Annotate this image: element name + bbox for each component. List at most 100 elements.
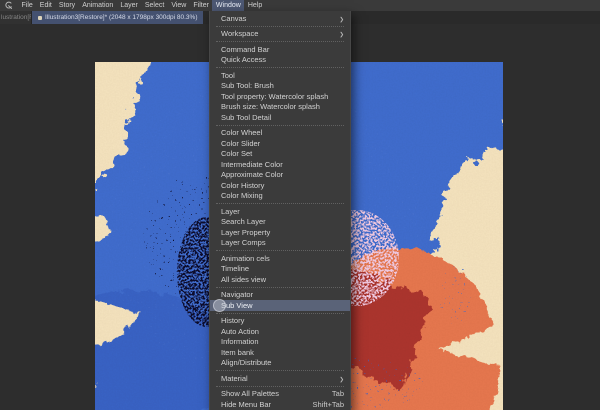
menubar-item-layer[interactable]: Layer [117, 0, 142, 11]
menu-item-intermediate-color[interactable]: Intermediate Color [210, 159, 350, 170]
menu-item-label: Color Wheel [221, 128, 263, 138]
menu-item-label: Color Set [221, 149, 253, 159]
menubar-item-help[interactable]: Help [244, 0, 265, 11]
menu-item-label: Sub Tool: Brush [221, 81, 274, 91]
menu-item-label: Canvas [221, 13, 247, 23]
menu-separator [216, 385, 344, 387]
menu-item-label: Layer [221, 206, 240, 216]
menu-item-sub-view[interactable]: Sub View [210, 298, 350, 312]
menu-item-command-bar[interactable]: Command Bar [210, 44, 350, 55]
menu-item-layer-comps[interactable]: Layer Comps [210, 238, 350, 249]
menubar-item-label: Window [215, 2, 241, 9]
menu-item-search-layer[interactable]: Search Layer [210, 217, 350, 228]
chevron-right-icon [338, 374, 344, 383]
menu-item-approximate-color[interactable]: Approximate Color [210, 170, 350, 181]
menu-item-align-distribute[interactable]: Align/Distribute [210, 358, 350, 369]
cursor-highlight [213, 298, 226, 312]
menu-item-quick-access[interactable]: Quick Access [210, 55, 350, 66]
menu-item-label: Navigator [221, 290, 254, 300]
menu-item-workspace[interactable]: Workspace [210, 29, 350, 40]
menu-item-shortcut: Tab [331, 389, 344, 399]
menu-separator [216, 286, 344, 288]
menu-item-label: Layer Comps [221, 238, 266, 248]
menu-item-label: Approximate Color [221, 170, 284, 180]
menu-item-label: Color History [221, 180, 265, 190]
menu-item-label: Intermediate Color [221, 159, 283, 169]
menubar-item-view[interactable]: View [168, 0, 190, 11]
menu-item-color-mixing[interactable]: Color Mixing [210, 191, 350, 202]
menu-item-sub-tool[interactable]: Sub Tool: Brush [210, 81, 350, 92]
menubar-item-label: Story [58, 2, 76, 9]
menu-item-show-all-palettes[interactable]: Show All Palettes Tab [210, 389, 350, 400]
menubar-item-story[interactable]: Story [55, 0, 78, 11]
menu-item-material[interactable]: Material [210, 373, 350, 384]
menu-item-information[interactable]: Information [210, 337, 350, 348]
menubar-item-label: Filter [193, 2, 209, 9]
menubar-item-label: Animation [82, 2, 114, 9]
menu-item-label: History [221, 316, 245, 326]
menu-item-label: Show All Palettes [221, 389, 279, 399]
menubar-item-label: Help [247, 2, 263, 9]
menu-item-hide-menu-bar[interactable]: Hide Menu Bar Shift+Tab [210, 399, 350, 410]
active-document-tab[interactable]: Illustration3[Restore]* (2048 x 1798px 3… [32, 11, 204, 24]
menubar-item-label: Select [144, 2, 165, 9]
menu-item-label: Sub Tool Detail [221, 112, 272, 122]
menu-separator [216, 203, 344, 204]
menu-separator [216, 312, 344, 314]
menu-item-layer[interactable]: Layer [210, 206, 350, 217]
menu-item-canvas[interactable]: Canvas [210, 13, 350, 24]
menu-item-label: Information [221, 337, 259, 347]
menu-item-label: Search Layer [221, 217, 266, 227]
menu-separator [216, 25, 344, 27]
app-logo-icon[interactable] [4, 1, 13, 10]
menu-item-label: Auto Action [221, 326, 259, 336]
menu-item-label: All sides view [221, 274, 267, 284]
menu-item-timeline[interactable]: Timeline [210, 264, 350, 275]
menu-item-all-sides-view[interactable]: All sides view [210, 274, 350, 285]
menu-item-auto-action[interactable]: Auto Action [210, 326, 350, 337]
menu-item-tool[interactable]: Tool [210, 70, 350, 81]
menu-item-brush-size[interactable]: Brush size: Watercolor splash [210, 102, 350, 113]
menu-item-color-slider[interactable]: Color Slider [210, 138, 350, 149]
menu-item-label: Tool [221, 70, 235, 80]
menubar-item-window[interactable]: Window [212, 0, 245, 11]
menubar-item-label: View [171, 2, 187, 9]
chevron-right-icon [338, 14, 344, 23]
chevron-right-icon [338, 29, 344, 38]
menu-item-label: Tool property: Watercolor splash [221, 91, 329, 101]
menu-item-label: Hide Menu Bar [221, 399, 272, 409]
menu-item-sub-tool-detail[interactable]: Sub Tool Detail [210, 112, 350, 123]
menubar-item-animation[interactable]: Animation [79, 0, 117, 11]
menu-item-animation-cels[interactable]: Animation cels [210, 253, 350, 264]
menubar-item-label: Layer [120, 2, 138, 9]
menubar-item-file[interactable]: File [18, 0, 36, 11]
menu-item-item-bank[interactable]: Item bank [210, 347, 350, 358]
menu-separator [216, 67, 344, 68]
menu-bar: File Edit Story Animation Layer Select V… [0, 0, 600, 11]
menubar-item-edit[interactable]: Edit [36, 0, 55, 11]
menu-item-label: Layer Property [221, 227, 271, 237]
menu-item-color-set[interactable]: Color Set [210, 149, 350, 160]
menu-item-layer-property[interactable]: Layer Property [210, 227, 350, 238]
menubar-item-filter[interactable]: Filter [190, 0, 213, 11]
background-document-tab[interactable]: lustration[Rest [0, 11, 32, 24]
menu-item-label: Color Slider [221, 138, 261, 148]
menu-item-label: Timeline [221, 264, 250, 274]
menubar-item-label: File [21, 2, 33, 9]
menu-item-shortcut: Shift+Tab [312, 399, 344, 409]
tab-label: lustration[Rest [1, 14, 31, 21]
menu-item-label: Command Bar [221, 44, 270, 54]
menu-item-label: Sub View [221, 300, 253, 310]
menu-item-tool-property[interactable]: Tool property: Watercolor splash [210, 91, 350, 102]
menu-item-color-history[interactable]: Color History [210, 180, 350, 191]
app-window: File Edit Story Animation Layer Select V… [0, 0, 600, 410]
menu-item-color-wheel[interactable]: Color Wheel [210, 128, 350, 139]
menu-separator [216, 370, 344, 371]
menu-item-history[interactable]: History [210, 316, 350, 327]
menu-item-label: Brush size: Watercolor splash [221, 102, 320, 112]
menubar-item-select[interactable]: Select [141, 0, 167, 11]
tab-label: Illustration3[Restore]* (2048 x 1798px 3… [45, 14, 198, 21]
window-menu-dropdown: Canvas Workspace Command Bar Quick Acces… [209, 11, 351, 410]
menu-item-label: Material [221, 373, 248, 383]
menu-item-navigator[interactable]: Navigator [210, 290, 350, 301]
